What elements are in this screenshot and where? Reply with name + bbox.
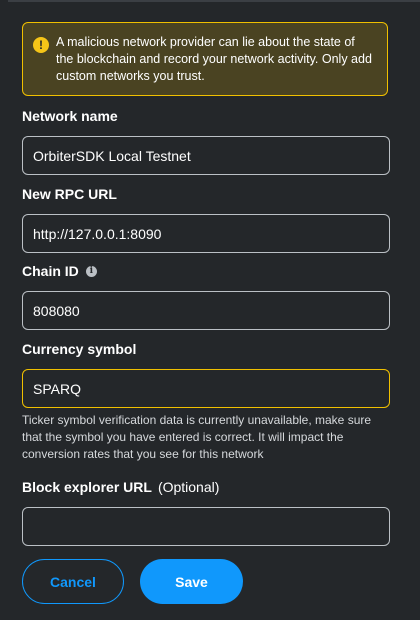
currency-symbol-warning: Ticker symbol verification data is curre… [22,413,372,461]
warning-text: A malicious network provider can lie abo… [56,35,372,83]
add-network-form: ! A malicious network provider can lie a… [0,0,420,620]
cancel-button[interactable]: Cancel [22,559,124,604]
info-icon[interactable]: i [85,265,97,277]
currency-symbol-label: Currency symbol [22,341,136,357]
currency-symbol-input[interactable] [22,369,390,408]
warning-banner: ! A malicious network provider can lie a… [22,22,388,96]
network-name-input[interactable] [22,136,390,175]
block-explorer-input[interactable] [22,507,390,546]
save-button[interactable]: Save [140,559,243,604]
rpc-url-label-text: New RPC URL [22,186,117,202]
chain-id-label: Chain ID i [22,263,97,279]
warning-icon: ! [33,37,49,53]
optional-tag: (Optional) [157,479,220,495]
block-explorer-label-text: Block explorer URL [22,479,152,495]
network-name-label: Network name [22,108,118,124]
rpc-url-label: New RPC URL [22,186,117,202]
network-name-label-text: Network name [22,108,118,124]
rpc-url-input[interactable] [22,214,390,253]
chain-id-label-text: Chain ID [22,263,79,279]
block-explorer-label: Block explorer URL (Optional) [22,479,219,495]
currency-symbol-label-text: Currency symbol [22,341,137,357]
chain-id-input[interactable] [22,291,390,330]
divider [8,0,420,2]
